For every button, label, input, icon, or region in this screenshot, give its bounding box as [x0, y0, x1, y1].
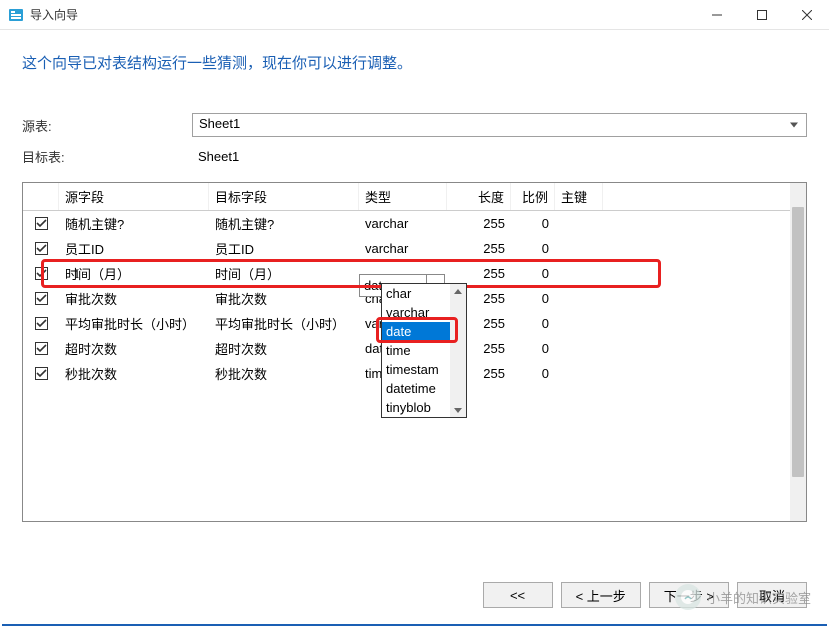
watermark-avatar-icon [675, 584, 701, 610]
watermark: 小羊的知识实验室 [675, 584, 811, 610]
maximize-button[interactable] [739, 0, 784, 30]
cell-target[interactable]: 超时次数 [209, 339, 359, 358]
table-row[interactable]: 员工ID员工IDvarchar2550 [23, 236, 806, 261]
cell-target[interactable]: 平均审批时长（小时） [209, 314, 359, 333]
cell-target[interactable]: 随机主键? [209, 214, 359, 233]
table-scrollbar[interactable] [790, 183, 806, 521]
header-target-field[interactable]: 目标字段 [209, 183, 359, 210]
table-header: 源字段 目标字段 类型 长度 比例 主键 [23, 183, 806, 211]
cell-target[interactable]: 审批次数 [209, 289, 359, 308]
cell-source[interactable]: 秒批次数 [59, 364, 209, 383]
prev-button[interactable]: < 上一步 [561, 582, 641, 608]
row-checkbox[interactable] [35, 217, 48, 230]
cell-scale[interactable]: 0 [511, 316, 555, 331]
scroll-up-icon[interactable] [450, 284, 466, 298]
minimize-button[interactable] [694, 0, 739, 30]
cell-type[interactable]: varchar [359, 216, 447, 231]
cell-scale[interactable]: 0 [511, 241, 555, 256]
row-checkbox[interactable] [35, 342, 48, 355]
window-controls [694, 0, 829, 30]
cell-source[interactable]: 平均审批时长（小时） [59, 314, 209, 333]
source-table-select[interactable]: Sheet1 [192, 113, 807, 137]
header-pk[interactable]: 主键 [555, 183, 603, 210]
titlebar: 导入向导 [0, 0, 829, 30]
row-checkbox[interactable] [35, 242, 48, 255]
target-table-value: Sheet1 [192, 149, 239, 164]
target-table-label: 目标表: [22, 147, 192, 166]
header-source-field[interactable]: 源字段 [59, 183, 209, 210]
cell-target[interactable]: 时间（月） [209, 264, 359, 283]
row-checkbox[interactable] [35, 367, 48, 380]
watermark-text: 小羊的知识实验室 [707, 588, 811, 607]
source-table-label: 源表: [22, 116, 192, 135]
cell-length[interactable]: 255 [447, 266, 511, 281]
field-mapping-table: 源字段 目标字段 类型 长度 比例 主键 随机主键?随机主键?varchar25… [22, 182, 807, 522]
cell-length[interactable]: 255 [447, 241, 511, 256]
row-checkbox[interactable] [35, 267, 48, 280]
cell-scale[interactable]: 0 [511, 216, 555, 231]
close-button[interactable] [784, 0, 829, 30]
type-dropdown-list[interactable]: charvarchardatetimetimestamdatetimetinyb… [381, 283, 467, 418]
scroll-down-icon[interactable] [450, 403, 466, 417]
dropdown-scrollbar[interactable] [450, 284, 466, 417]
cell-source[interactable]: 员工ID [59, 239, 209, 258]
header-scale[interactable]: 比例 [511, 183, 555, 210]
source-table-value: Sheet1 [199, 116, 240, 131]
cell-scale[interactable]: 0 [511, 366, 555, 381]
cell-length[interactable]: 255 [447, 216, 511, 231]
header-length[interactable]: 长度 [447, 183, 511, 210]
row-checkbox[interactable] [35, 292, 48, 305]
cell-scale[interactable]: 0 [511, 291, 555, 306]
first-button[interactable]: << [483, 582, 553, 608]
scrollbar-thumb[interactable] [792, 207, 804, 477]
row-checkbox[interactable] [35, 317, 48, 330]
cell-source[interactable]: 随机主键? [59, 214, 209, 233]
cell-scale[interactable]: 0 [511, 341, 555, 356]
cell-scale[interactable]: 0 [511, 266, 555, 281]
cell-target[interactable]: 员工ID [209, 239, 359, 258]
cell-type[interactable]: varchar [359, 241, 447, 256]
instruction-text: 这个向导已对表结构运行一些猜测，现在你可以进行调整。 [22, 52, 807, 73]
window-title: 导入向导 [30, 6, 78, 23]
header-type[interactable]: 类型 [359, 183, 447, 210]
app-icon [8, 7, 24, 23]
cell-source[interactable]: 审批次数 [59, 289, 209, 308]
cell-source[interactable]: 时间（月） [59, 264, 209, 283]
table-row[interactable]: 随机主键?随机主键?varchar2550 [23, 211, 806, 236]
bottom-accent-border [2, 624, 827, 626]
cell-target[interactable]: 秒批次数 [209, 364, 359, 383]
cell-source[interactable]: 超时次数 [59, 339, 209, 358]
